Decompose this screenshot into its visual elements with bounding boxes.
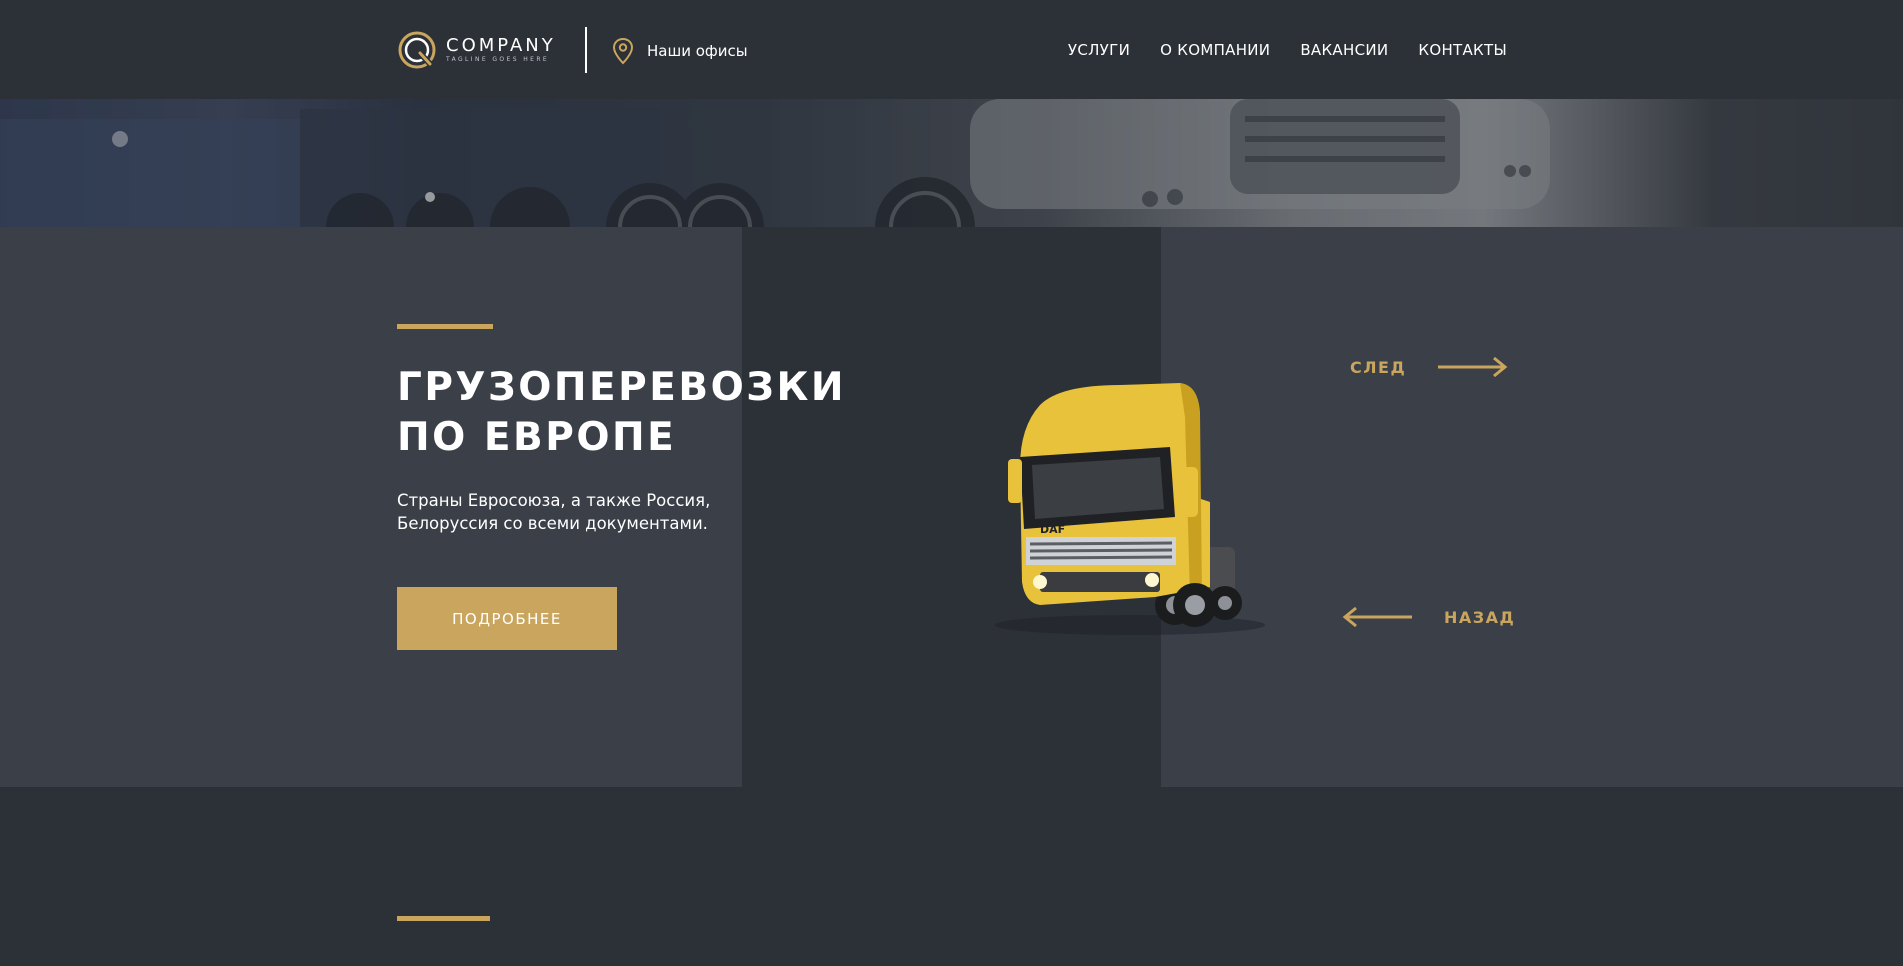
site-header: COMPANY TAGLINE GOES HERE Наши офисы УСЛ…: [0, 0, 1903, 99]
hero-slider: ГРУЗОПЕРЕВОЗКИ ПО ЕВРОПЕ Страны Евросоюз…: [0, 227, 1903, 787]
nav-item-about[interactable]: О КОМПАНИИ: [1160, 41, 1270, 59]
company-logo[interactable]: COMPANY TAGLINE GOES HERE: [396, 26, 556, 74]
arrow-left-icon: [1342, 606, 1412, 628]
hero-subtitle-line2: Белоруссия со всеми документами.: [397, 514, 708, 533]
arrow-right-icon: [1438, 356, 1508, 378]
offices-link[interactable]: Наши офисы: [611, 37, 748, 65]
section-accent-line: [397, 916, 490, 921]
trucks-photo-banner: [0, 99, 1903, 227]
hero-right-panel: [1161, 227, 1903, 787]
hero-subtitle-line1: Страны Евросоюза, а также Россия,: [397, 491, 711, 510]
svg-text:DAF: DAF: [1040, 523, 1065, 536]
slider-next-button[interactable]: СЛЕД: [1350, 356, 1508, 378]
slider-prev-button[interactable]: НАЗАД: [1342, 606, 1515, 628]
map-pin-icon: [612, 37, 634, 65]
nav-item-contacts[interactable]: КОНТАКТЫ: [1418, 41, 1507, 59]
logo-icon: [398, 31, 436, 69]
header-divider: [585, 27, 587, 73]
main-nav: УСЛУГИ О КОМПАНИИ ВАКАНСИИ КОНТАКТЫ: [1068, 41, 1507, 59]
logo-name: COMPANY: [446, 35, 556, 56]
more-button[interactable]: ПОДРОБНЕЕ: [397, 587, 617, 650]
offices-label: Наши офисы: [647, 42, 748, 60]
nav-item-vacancies[interactable]: ВАКАНСИИ: [1300, 41, 1388, 59]
hero-title-line1: ГРУЗОПЕРЕВОЗКИ: [397, 365, 846, 410]
hero-title-line2: ПО ЕВРОПЕ: [397, 415, 677, 460]
hero-accent-line: [397, 324, 493, 329]
logo-tagline: TAGLINE GOES HERE: [446, 56, 550, 63]
hero-subtitle: Страны Евросоюза, а также Россия, Белору…: [397, 489, 737, 535]
yellow-truck-image: DAF: [995, 383, 1265, 635]
prev-label: НАЗАД: [1444, 607, 1516, 627]
next-label: СЛЕД: [1350, 357, 1407, 377]
nav-item-services[interactable]: УСЛУГИ: [1068, 41, 1130, 59]
hero-title: ГРУЗОПЕРЕВОЗКИ ПО ЕВРОПЕ: [397, 363, 846, 463]
